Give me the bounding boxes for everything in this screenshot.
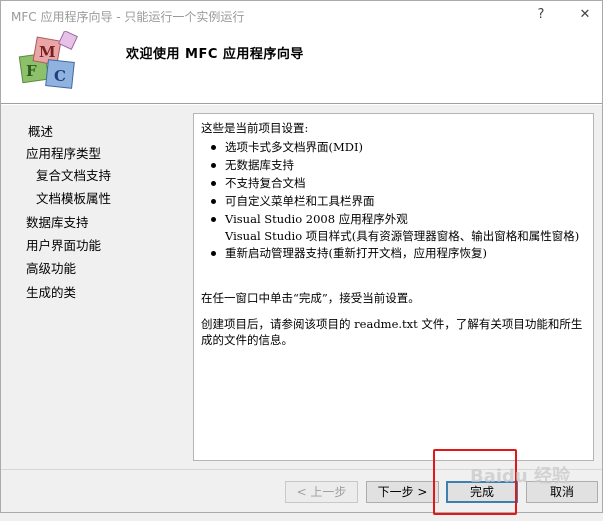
- logo-letter-m: M: [39, 43, 56, 61]
- sidebar-item-overview[interactable]: 概述: [28, 121, 53, 140]
- wizard-header: M F C 欢迎使用 MFC 应用程序向导: [1, 29, 602, 103]
- sidebar-item-database[interactable]: 数据库支持: [26, 212, 89, 231]
- sidebar-item-advanced[interactable]: 高级功能: [26, 258, 76, 277]
- finish-hint: 在任一窗口中单击“完成”，接受当前设置。: [201, 291, 420, 305]
- sidebar-item-doc-template[interactable]: 文档模板属性: [36, 188, 111, 207]
- list-item: 无数据库支持: [209, 156, 587, 174]
- background-window-edge: [603, 0, 615, 521]
- list-item: 不支持复合文档: [209, 174, 587, 192]
- close-icon[interactable]: ✕: [574, 5, 596, 25]
- settings-summary-panel: 这些是当前项目设置: 选项卡式多文档界面(MDI) 无数据库支持 不支持复合文档…: [193, 113, 594, 461]
- help-icon[interactable]: ?: [530, 5, 552, 25]
- page-title: 欢迎使用 MFC 应用程序向导: [126, 47, 304, 62]
- sidebar-item-generated-classes[interactable]: 生成的类: [26, 282, 76, 301]
- logo-letter-f: F: [26, 62, 37, 80]
- summary-intro: 这些是当前项目设置:: [201, 121, 309, 135]
- settings-list: 选项卡式多文档界面(MDI) 无数据库支持 不支持复合文档 可自定义菜单栏和工具…: [209, 138, 587, 262]
- next-button[interactable]: 下一步 >: [366, 481, 439, 503]
- title-bar[interactable]: MFC 应用程序向导 - 只能运行一个实例运行 ? ✕: [1, 1, 602, 29]
- list-item: 重新启动管理器支持(重新打开文档，应用程序恢复): [209, 244, 587, 262]
- highlight-box: [433, 449, 517, 515]
- sidebar-item-ui-features[interactable]: 用户界面功能: [26, 235, 101, 254]
- header-divider-highlight: [1, 104, 602, 105]
- sidebar-item-app-type[interactable]: 应用程序类型: [26, 143, 101, 162]
- mfc-logo-icon: M F C: [18, 31, 78, 89]
- prev-button[interactable]: < 上一步: [285, 481, 358, 503]
- list-item: Visual Studio 2008 应用程序外观: [209, 210, 587, 228]
- logo-letter-c: C: [54, 67, 66, 85]
- cancel-button[interactable]: 取消: [526, 481, 598, 503]
- sidebar-item-compound-doc[interactable]: 复合文档支持: [36, 165, 111, 184]
- list-item: 选项卡式多文档界面(MDI): [209, 138, 587, 156]
- wizard-window: MFC 应用程序向导 - 只能运行一个实例运行 ? ✕ M F C 欢迎使用 M…: [0, 0, 603, 513]
- readme-hint: 创建项目后，请参阅该项目的 readme.txt 文件，了解有关项目功能和所生成…: [201, 317, 583, 347]
- window-title: MFC 应用程序向导 - 只能运行一个实例运行: [11, 10, 245, 24]
- list-item: Visual Studio 项目样式(具有资源管理器窗格、输出窗格和属性窗格): [225, 229, 580, 243]
- list-item: 可自定义菜单栏和工具栏界面: [209, 192, 587, 210]
